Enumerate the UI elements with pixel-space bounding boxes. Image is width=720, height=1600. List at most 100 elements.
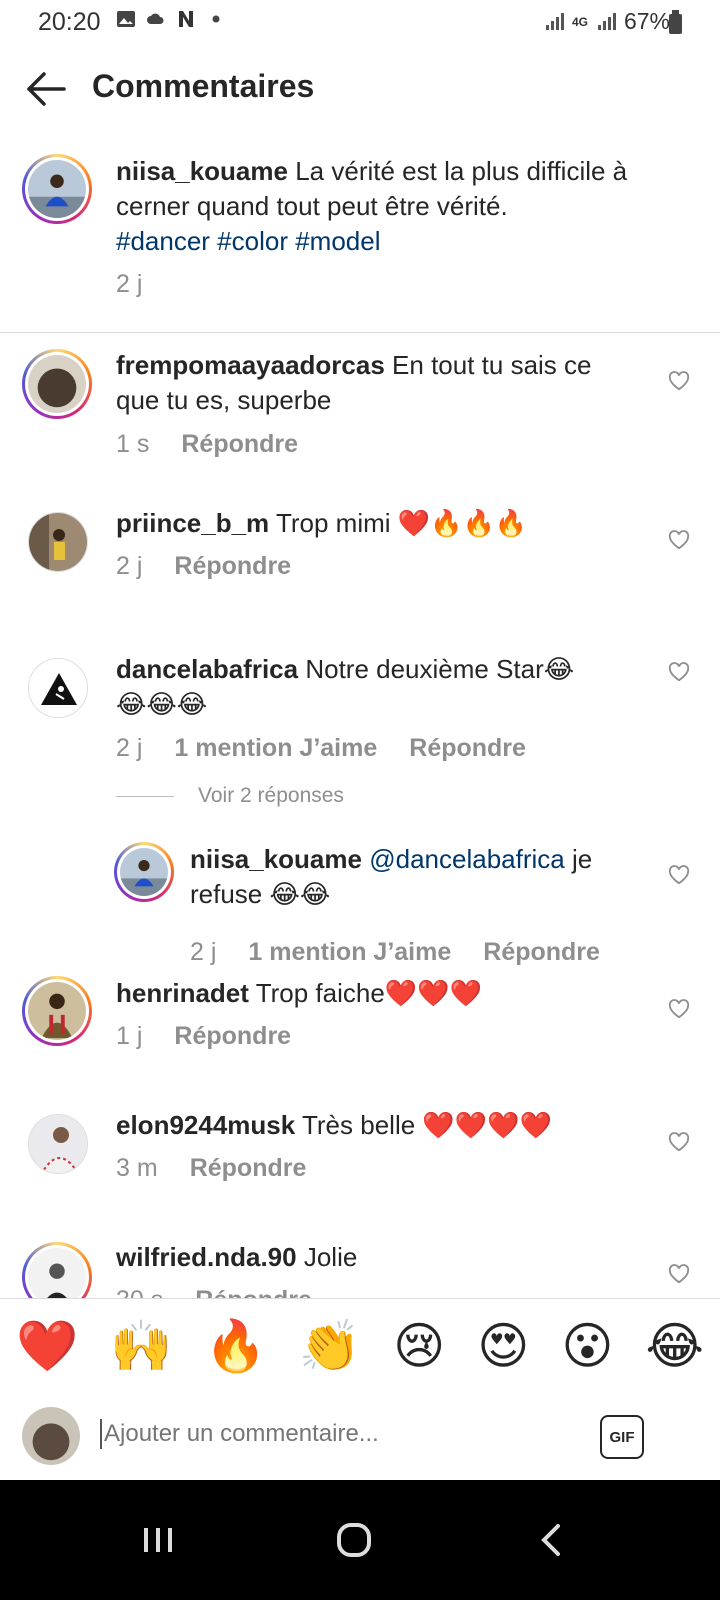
timestamp: 1 s (116, 430, 150, 458)
likes-count[interactable]: 1 mention J’aime (248, 938, 451, 967)
header: Commentaires (0, 46, 720, 132)
timestamp: 2 j (190, 938, 217, 966)
timestamp: 2 j (116, 270, 143, 298)
reply-button[interactable]: Répondre (195, 1286, 312, 1298)
gallery-icon (117, 11, 135, 27)
emoji-crying-button[interactable]: 😢 (393, 1316, 445, 1376)
comment-body: Trop faiche❤️❤️❤️ (255, 978, 482, 1008)
comment-text: priince_b_m Trop mimi ❤️🔥🔥🔥 (116, 506, 616, 541)
emoji-surprised-button[interactable]: 😮 (561, 1316, 613, 1376)
reply-text: niisa_kouame @dancelabafrica je refuse 😂… (190, 842, 620, 912)
timestamp: 2 j (116, 734, 143, 762)
emoji-raised-hands-button[interactable]: 🙌 (110, 1316, 172, 1376)
comment-text: elon9244musk Très belle ❤️❤️❤️❤️ (116, 1108, 616, 1143)
signal-icon (545, 12, 564, 30)
reply-button[interactable]: Répondre (174, 552, 291, 581)
emoji-fire-button[interactable]: 🔥 (205, 1316, 267, 1376)
comment-text: wilfried.nda.90 Jolie (116, 1240, 616, 1275)
username[interactable]: henrinadet (116, 978, 249, 1008)
recent-apps-icon[interactable] (128, 1510, 188, 1570)
home-icon[interactable] (324, 1510, 384, 1570)
emoji-heart-button[interactable]: ❤️ (16, 1316, 78, 1376)
caption-text: niisa_kouame La vérité est la plus diffi… (116, 154, 656, 259)
caption-meta: 2 j (116, 270, 142, 299)
avatar (22, 1407, 80, 1465)
mention-link[interactable]: @dancelabafrica (369, 844, 565, 874)
username[interactable]: frempomaayaadorcas (116, 350, 385, 380)
like-heart-icon[interactable] (668, 1132, 690, 1152)
system-nav-bar (0, 1480, 720, 1600)
comment-meta: 3 m Répondre (116, 1154, 306, 1183)
post-caption: niisa_kouame La vérité est la plus diffi… (0, 150, 720, 333)
avatar[interactable] (28, 1114, 88, 1174)
reply-button[interactable]: Répondre (483, 938, 600, 967)
emoji-clap-button[interactable]: 👏 (299, 1316, 361, 1376)
cloud-icon (147, 13, 164, 24)
like-heart-icon[interactable] (668, 371, 690, 391)
reply-meta: 2 j 1 mention J’aime Répondre (190, 938, 600, 967)
comment-meta: 2 j 1 mention J’aime Répondre (116, 734, 526, 763)
comment-meta: 1 s Répondre (116, 430, 298, 459)
back-arrow-icon[interactable] (24, 70, 68, 108)
reply-button[interactable]: Répondre (409, 734, 526, 763)
comment-item: wilfried.nda.90 Jolie 30 s Répondre (0, 1228, 720, 1298)
timestamp: 3 m (116, 1154, 158, 1182)
hashtags[interactable]: #dancer #color #model (116, 226, 381, 256)
reply-button[interactable]: Répondre (174, 1022, 291, 1051)
network-type: 4G (571, 14, 588, 29)
signal-icon-2 (597, 12, 616, 30)
view-replies-button[interactable]: Voir 2 réponses (116, 784, 344, 808)
back-icon[interactable] (522, 1510, 582, 1570)
status-system: 4G 67% (544, 8, 670, 35)
comment-body: Trop mimi ❤️🔥🔥🔥 (275, 508, 528, 538)
username[interactable]: niisa_kouame (116, 156, 288, 186)
dot-icon (212, 15, 220, 23)
page-title: Commentaires (92, 68, 315, 104)
battery-level: 67% (623, 8, 670, 34)
username[interactable]: wilfried.nda.90 (116, 1242, 297, 1272)
username[interactable]: priince_b_m (116, 508, 269, 538)
gif-button[interactable]: GIF (600, 1415, 644, 1459)
avatar[interactable] (22, 976, 92, 1046)
comment-meta: 30 s Répondre (116, 1286, 312, 1298)
comment-composer: GIF (0, 1393, 720, 1480)
comment-text: henrinadet Trop faiche❤️❤️❤️ (116, 976, 616, 1011)
divider-line (116, 795, 174, 797)
username[interactable]: elon9244musk (116, 1110, 295, 1140)
like-heart-icon[interactable] (668, 865, 690, 885)
avatar[interactable] (22, 154, 92, 224)
timestamp: 2 j (116, 552, 143, 580)
comment-input[interactable] (100, 1419, 566, 1449)
emoji-reaction-bar: ❤️ 🙌 🔥 👏 😢 😍 😮 😂 (0, 1298, 720, 1394)
status-bar: 20:20 4G 67% (0, 0, 720, 46)
comment-body: Jolie (303, 1242, 358, 1272)
reply-button[interactable]: Répondre (181, 430, 298, 459)
reply-button[interactable]: Répondre (190, 1154, 307, 1183)
username[interactable]: dancelabafrica (116, 654, 298, 684)
timestamp: 1 j (116, 1022, 143, 1050)
netflix-icon (179, 11, 193, 27)
timestamp: 30 s (116, 1286, 163, 1298)
username[interactable]: niisa_kouame (190, 844, 362, 874)
comment-meta: 2 j Répondre (116, 552, 291, 581)
comment-meta: 1 j Répondre (116, 1022, 291, 1051)
avatar[interactable] (28, 512, 88, 572)
like-heart-icon[interactable] (668, 999, 690, 1019)
avatar[interactable] (28, 658, 88, 718)
emoji-laughing-button[interactable]: 😂 (646, 1316, 704, 1376)
comment-body: Très belle ❤️❤️❤️❤️ (301, 1110, 552, 1140)
like-heart-icon[interactable] (668, 1264, 690, 1284)
avatar[interactable] (114, 842, 174, 902)
emoji-heart-eyes-button[interactable]: 😍 (477, 1316, 529, 1376)
comment-text: frempomaayaadorcas En tout tu sais ce qu… (116, 348, 616, 418)
likes-count[interactable]: 1 mention J’aime (174, 734, 377, 763)
view-replies-label: Voir 2 réponses (198, 784, 344, 807)
like-heart-icon[interactable] (668, 530, 690, 550)
like-heart-icon[interactable] (668, 662, 690, 682)
status-notification-icons (116, 9, 226, 29)
battery-icon (669, 10, 682, 34)
avatar[interactable] (22, 1242, 92, 1298)
avatar[interactable] (22, 349, 92, 419)
status-time: 20:20 (38, 8, 101, 36)
comment-text: dancelabafrica Notre deuxième Star😂😂😂😂 (116, 652, 586, 722)
